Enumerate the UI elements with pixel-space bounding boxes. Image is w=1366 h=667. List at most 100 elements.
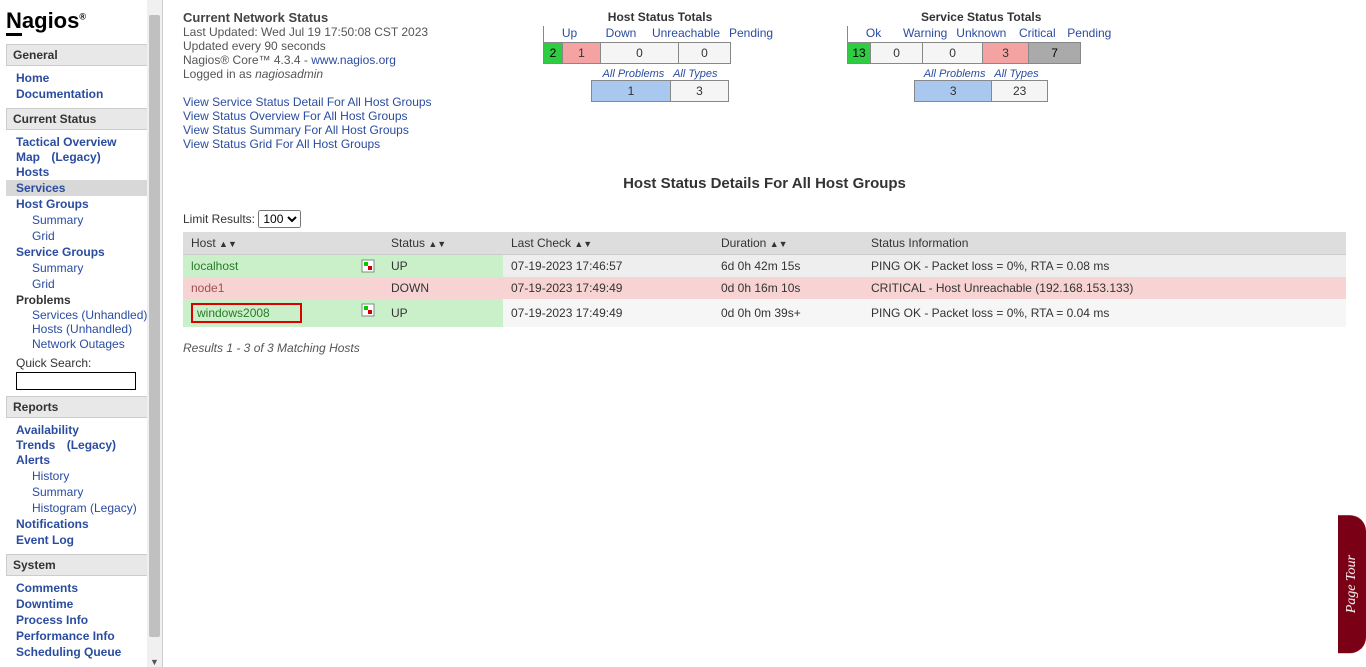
nav-alerts[interactable]: Alerts [6,452,156,468]
ht-pending[interactable]: 0 [679,42,731,64]
service-totals-title: Service Status Totals [847,10,1115,24]
st-pending[interactable]: 7 [1029,42,1081,64]
limit-select[interactable]: 100 [258,210,301,228]
nav-map[interactable]: Map [16,149,40,165]
col-lastcheck[interactable]: Last Check ▲▼ [503,232,713,255]
st-unk[interactable]: 0 [923,42,983,64]
nav-notifications[interactable]: Notifications [6,516,156,532]
logo: Nagios® [6,8,156,34]
host-status-table: Host ▲▼ Status ▲▼ Last Check ▲▼ Duration… [183,232,1346,327]
scrollbar-down-icon[interactable]: ▼ [150,657,159,667]
ht-unreach[interactable]: 0 [601,42,679,64]
nav-docs[interactable]: Documentation [6,86,156,102]
ht-down-label[interactable]: Down [595,26,647,42]
nav-home[interactable]: Home [6,70,156,86]
nav-eventlog[interactable]: Event Log [6,532,156,548]
st-alltypes[interactable]: 23 [992,80,1048,102]
link-view-grid[interactable]: View Status Grid For All Host Groups [183,137,473,151]
nav-services[interactable]: Services [6,180,156,196]
loggedin-prefix: Logged in as [183,67,255,81]
nav-outages[interactable]: Network Outages [6,336,156,352]
nav-alert-summary[interactable]: Summary [6,484,156,500]
sidebar: Nagios® General Home Documentation Curre… [0,0,163,667]
nav-tactical[interactable]: Tactical Overview [6,134,156,150]
table-row: localhost UP 07-19-2023 17:46:57 6d 0h 4… [183,255,1346,278]
sort-icon[interactable]: ▲▼ [574,239,592,249]
sort-icon[interactable]: ▲▼ [428,239,446,249]
nav-trends[interactable]: Trends [16,437,55,453]
table-row: windows2008 UP 07-19-2023 17:49:49 0d 0h… [183,299,1346,327]
nav-processinfo[interactable]: Process Info [6,612,156,628]
nav-hosts[interactable]: Hosts [6,164,156,180]
nav-prob-hosts[interactable]: Hosts [32,321,63,337]
st-allproblems-label[interactable]: All Problems [924,68,986,80]
lastcheck-cell: 07-19-2023 17:49:49 [503,277,713,299]
results-count: Results 1 - 3 of 3 Matching Hosts [183,341,1346,355]
link-view-summary[interactable]: View Status Summary For All Host Groups [183,123,473,137]
host-link[interactable]: node1 [191,281,224,295]
link-view-overview[interactable]: View Status Overview For All Host Groups [183,109,473,123]
nav-perfinfo[interactable]: Performance Info [6,628,156,644]
nav-history[interactable]: History [6,468,156,484]
netstatus-title: Current Network Status [183,10,473,25]
st-unk-label[interactable]: Unknown [951,26,1011,42]
nav-hg-summary[interactable]: Summary [6,212,156,228]
nav-comments[interactable]: Comments [6,580,156,596]
st-ok[interactable]: 13 [847,42,871,64]
nav-hostgroups[interactable]: Host Groups [6,196,156,212]
netstatus-version: Nagios® Core™ 4.3.4 - [183,53,311,67]
nav-schedqueue[interactable]: Scheduling Queue [6,644,156,660]
info-cell: CRITICAL - Host Unreachable (192.168.153… [863,277,1346,299]
st-warn-label[interactable]: Warning [899,26,951,42]
col-duration[interactable]: Duration ▲▼ [713,232,863,255]
quicksearch-input[interactable] [16,372,136,390]
st-ok-label[interactable]: Ok [847,26,899,42]
main-content: Current Network Status Last Updated: Wed… [163,0,1366,667]
ht-down[interactable]: 1 [563,42,601,64]
service-detail-icon[interactable] [361,303,375,317]
nav-trends-legacy[interactable]: (Legacy) [67,437,116,453]
sidebar-scrollbar[interactable]: ▼ [147,0,162,667]
ht-pending-label[interactable]: Pending [725,26,777,42]
nav-problems[interactable]: Problems [6,292,156,308]
host-link[interactable]: windows2008 [197,306,270,320]
sort-icon[interactable]: ▲▼ [219,239,237,249]
col-host[interactable]: Host ▲▼ [183,232,383,255]
status-cell: UP [383,299,503,327]
nav-sg-summary[interactable]: Summary [6,260,156,276]
nav-hg-grid[interactable]: Grid [6,228,156,244]
nav-availability[interactable]: Availability [6,422,156,438]
host-link[interactable]: localhost [191,259,238,273]
col-info[interactable]: Status Information [863,232,1346,255]
info-cell: PING OK - Packet loss = 0%, RTA = 0.04 m… [863,299,1346,327]
service-detail-icon[interactable] [361,259,375,273]
nav-prob-host-unhandled[interactable]: (Unhandled) [66,321,132,337]
ht-unreach-label[interactable]: Unreachable [647,26,725,42]
ht-allproblems[interactable]: 1 [591,80,671,102]
st-crit[interactable]: 3 [983,42,1029,64]
st-alltypes-label[interactable]: All Types [994,68,1038,80]
nav-sg-grid[interactable]: Grid [6,276,156,292]
ht-alltypes[interactable]: 3 [671,80,729,102]
status-cell: UP [383,255,503,278]
page-tour-button[interactable]: Page Tour [1338,515,1366,653]
ht-alltypes-label[interactable]: All Types [673,68,717,80]
col-status[interactable]: Status ▲▼ [383,232,503,255]
nav-servicegroups[interactable]: Service Groups [6,244,156,260]
st-warn[interactable]: 0 [871,42,923,64]
service-totals: Service Status Totals Ok Warning Unknown… [847,10,1115,102]
st-allproblems[interactable]: 3 [914,80,992,102]
nav-histogram[interactable]: Histogram (Legacy) [6,500,156,516]
sort-icon[interactable]: ▲▼ [770,239,788,249]
ht-up-label[interactable]: Up [543,26,595,42]
ht-allproblems-label[interactable]: All Problems [603,68,665,80]
nav-downtime[interactable]: Downtime [6,596,156,612]
st-pending-label[interactable]: Pending [1063,26,1115,42]
section-system: System [6,554,156,576]
nav-map-legacy[interactable]: (Legacy) [51,149,100,165]
st-crit-label[interactable]: Critical [1011,26,1063,42]
nagios-url[interactable]: www.nagios.org [311,53,396,67]
ht-up[interactable]: 2 [543,42,563,64]
section-current-status: Current Status [6,108,156,130]
link-view-service-status[interactable]: View Service Status Detail For All Host … [183,95,473,109]
